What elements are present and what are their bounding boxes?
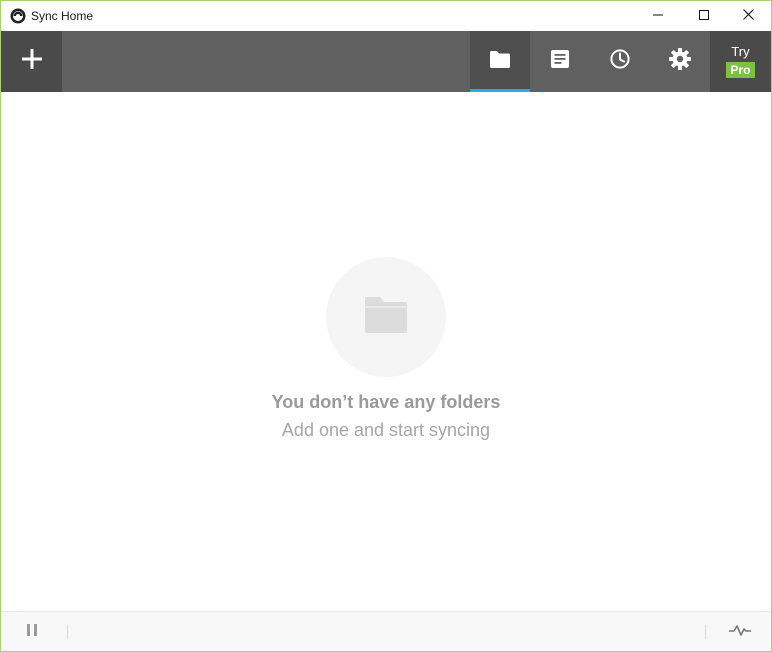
activity-icon — [729, 623, 751, 641]
close-icon — [742, 7, 754, 25]
maximize-icon — [699, 7, 709, 25]
app-window: Sync Home Try Pro You don’t have any fol… — [0, 0, 772, 652]
plus-icon — [21, 49, 42, 74]
tab-folders[interactable] — [470, 31, 530, 92]
tab-log[interactable] — [530, 31, 590, 92]
try-pro-button[interactable]: Try Pro — [710, 31, 771, 92]
status-bar — [1, 611, 771, 651]
pause-sync-button[interactable] — [21, 622, 43, 642]
main-toolbar: Try Pro — [1, 31, 771, 92]
folder-icon — [365, 296, 407, 338]
minimize-icon — [653, 7, 663, 25]
empty-state-illustration — [326, 257, 446, 377]
folder-icon — [490, 50, 510, 73]
window-title: Sync Home — [31, 9, 94, 23]
try-label: Try — [731, 43, 750, 59]
minimize-button[interactable] — [635, 1, 681, 31]
pause-icon — [27, 623, 37, 641]
activity-button[interactable] — [727, 622, 753, 642]
statusbar-divider — [67, 625, 68, 639]
document-icon — [551, 50, 569, 73]
gear-icon — [669, 48, 691, 75]
pro-badge: Pro — [726, 61, 755, 78]
close-button[interactable] — [725, 1, 771, 31]
tab-settings[interactable] — [650, 31, 710, 92]
title-bar: Sync Home — [1, 1, 771, 31]
maximize-button[interactable] — [681, 1, 727, 31]
empty-state-title: You don’t have any folders — [271, 392, 501, 412]
statusbar-divider — [705, 625, 706, 639]
empty-state-subtitle: Add one and start syncing — [281, 420, 491, 440]
add-folder-button[interactable] — [1, 31, 62, 92]
tab-history[interactable] — [590, 31, 650, 92]
sync-logo-icon — [10, 8, 26, 24]
clock-icon — [610, 49, 630, 74]
